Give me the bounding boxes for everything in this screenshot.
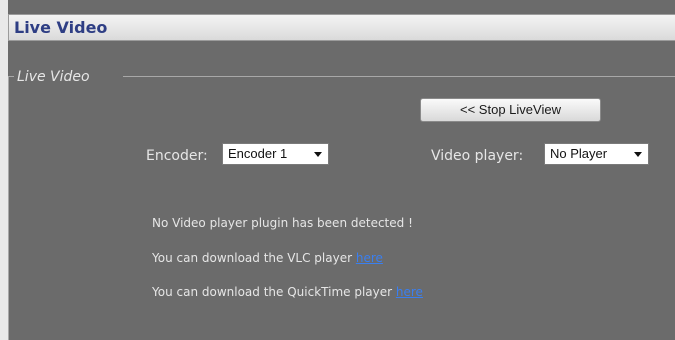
chevron-down-icon xyxy=(634,152,642,157)
video-player-select[interactable]: No Player xyxy=(544,143,649,165)
encoder-label: Encoder: xyxy=(146,148,208,164)
vlc-download-text: You can download the VLC player xyxy=(152,251,356,265)
chevron-down-icon xyxy=(314,152,322,157)
no-plugin-message: No Video player plugin has been detected… xyxy=(152,215,413,231)
fieldset-legend: Live Video xyxy=(17,69,90,85)
no-plugin-text: No Video player plugin has been detected… xyxy=(152,216,413,230)
header-bar: Live Video xyxy=(8,14,675,41)
quicktime-download-text: You can download the QuickTime player xyxy=(152,285,396,299)
video-player-select-value: No Player xyxy=(550,146,608,161)
quicktime-download-link[interactable]: here xyxy=(396,285,423,299)
vlc-download-link[interactable]: here xyxy=(356,251,383,265)
fieldset-border-left xyxy=(8,76,9,340)
page-title: Live Video xyxy=(14,18,108,37)
live-video-page: Live Video Live Video << Stop LiveView E… xyxy=(0,0,675,340)
left-edge-strip xyxy=(0,0,8,340)
video-player-label: Video player: xyxy=(431,148,524,164)
encoder-select[interactable]: Encoder 1 xyxy=(222,143,329,165)
vlc-download-message: You can download the VLC player here xyxy=(152,250,383,266)
encoder-select-value: Encoder 1 xyxy=(228,146,288,161)
stop-liveview-button[interactable]: << Stop LiveView xyxy=(420,98,601,122)
fieldset-border-top-left xyxy=(8,76,14,77)
quicktime-download-message: You can download the QuickTime player he… xyxy=(152,284,423,300)
fieldset-border-top-right xyxy=(123,76,675,77)
